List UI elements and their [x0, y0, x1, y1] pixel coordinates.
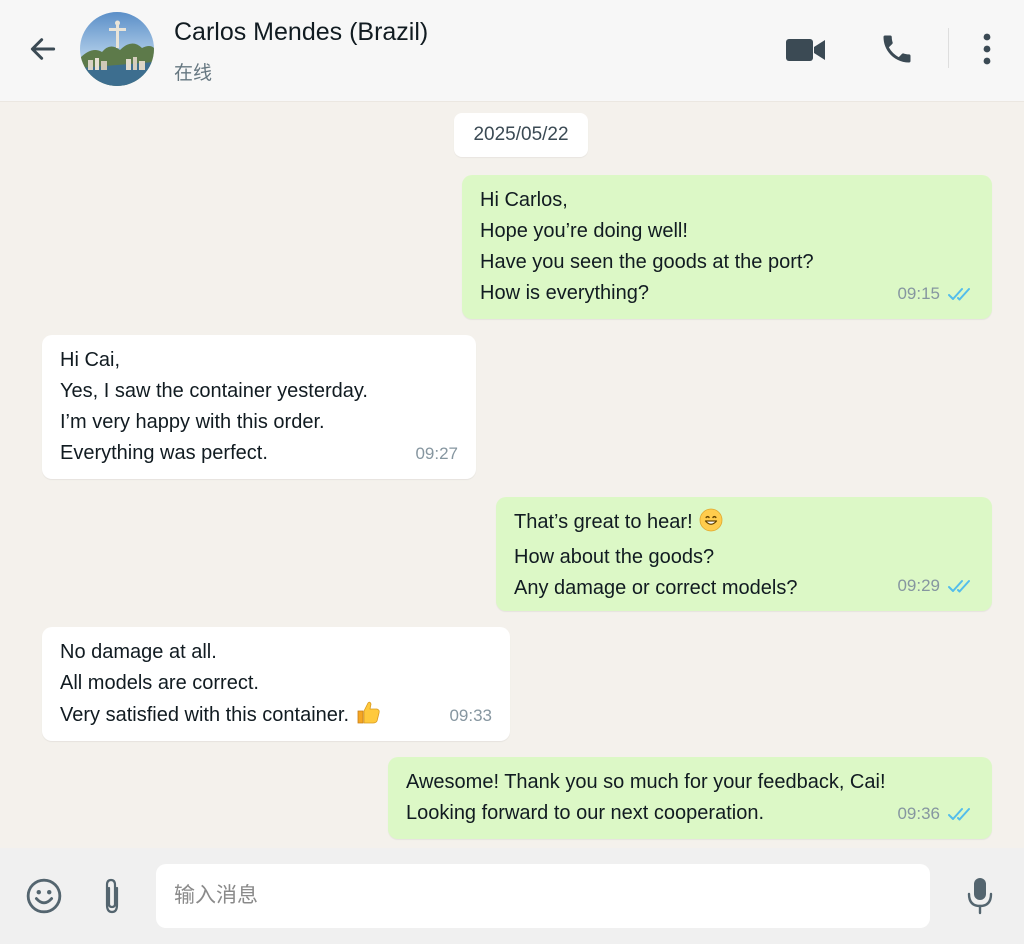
- message-text: That’s great to hear!: [514, 511, 693, 533]
- message-bubble-outgoing[interactable]: That’s great to hear! How about the good…: [496, 497, 992, 611]
- video-camera-icon: [786, 39, 825, 61]
- message-bubble-incoming[interactable]: Hi Cai, Yes, I saw the container yesterd…: [42, 335, 476, 479]
- contact-status: 在线: [174, 63, 213, 84]
- message-time: 09:27: [415, 444, 458, 463]
- contact-name[interactable]: Carlos Mendes (Brazil): [174, 18, 428, 47]
- back-button[interactable]: [24, 30, 62, 68]
- message-list[interactable]: 2025/05/22 Hi Carlos, Hope you’re doing …: [0, 103, 1024, 848]
- message-meta: 09:27: [415, 438, 458, 469]
- avatar[interactable]: [80, 12, 154, 86]
- message-text: How about the goods?: [514, 546, 715, 568]
- message-text: Hope you’re doing well!: [480, 220, 688, 242]
- message-meta: 09:36: [897, 798, 974, 829]
- arrow-left-icon: [30, 38, 56, 60]
- thumbs-up-emoji: [355, 699, 381, 735]
- message-text: I’m very happy with this order.: [60, 411, 325, 433]
- message-bubble-outgoing[interactable]: Awesome! Thank you so much for your feed…: [388, 757, 992, 839]
- message-input[interactable]: [156, 864, 930, 928]
- double-check-icon: [948, 287, 970, 300]
- message-time: 09:15: [897, 284, 940, 303]
- message-text: Everything was perfect.: [60, 442, 268, 464]
- smiley-icon: [26, 878, 62, 914]
- message-line: Very satisfied with this container.: [60, 699, 492, 735]
- more-options-button[interactable]: [972, 28, 1002, 70]
- double-check-icon: [948, 579, 970, 592]
- double-check-icon: [948, 807, 970, 820]
- paperclip-icon: [105, 878, 119, 914]
- more-vertical-icon: [983, 33, 991, 65]
- attach-button[interactable]: [94, 874, 130, 918]
- message-time: 09:29: [897, 576, 940, 595]
- emoji-button[interactable]: [22, 874, 66, 918]
- date-separator: 2025/05/22: [454, 113, 588, 157]
- header-divider: [948, 28, 949, 68]
- phone-icon: [883, 35, 911, 63]
- message-text: Very satisfied with this container.: [60, 704, 350, 726]
- message-time: 09:33: [449, 706, 492, 725]
- chat-header: Carlos Mendes (Brazil) 在线: [0, 0, 1024, 102]
- message-text: No damage at all.: [60, 641, 217, 663]
- voice-message-button[interactable]: [958, 872, 1002, 920]
- message-text: All models are correct.: [60, 672, 259, 694]
- voice-call-button[interactable]: [876, 28, 918, 70]
- message-bubble-outgoing[interactable]: Hi Carlos, Hope you’re doing well! Have …: [462, 175, 992, 319]
- message-text: Yes, I saw the container yesterday.: [60, 380, 368, 402]
- message-text: Hi Carlos,: [480, 189, 568, 211]
- video-call-button[interactable]: [784, 30, 828, 70]
- message-text: Have you seen the goods at the port?: [480, 251, 814, 273]
- microphone-icon: [967, 878, 993, 915]
- message-meta: 09:15: [897, 278, 974, 309]
- message-bubble-incoming[interactable]: No damage at all. All models are correct…: [42, 627, 510, 741]
- message-text: Looking forward to our next cooperation.: [406, 802, 764, 824]
- message-meta: 09:29: [897, 570, 974, 601]
- message-line: That’s great to hear!: [514, 507, 974, 542]
- message-composer: [0, 848, 1024, 944]
- message-meta: 09:33: [449, 700, 492, 731]
- message-text: Hi Cai,: [60, 349, 121, 371]
- message-text: Awesome! Thank you so much for your feed…: [406, 771, 886, 793]
- message-time: 09:36: [897, 804, 940, 823]
- grinning-face-emoji: [699, 508, 723, 542]
